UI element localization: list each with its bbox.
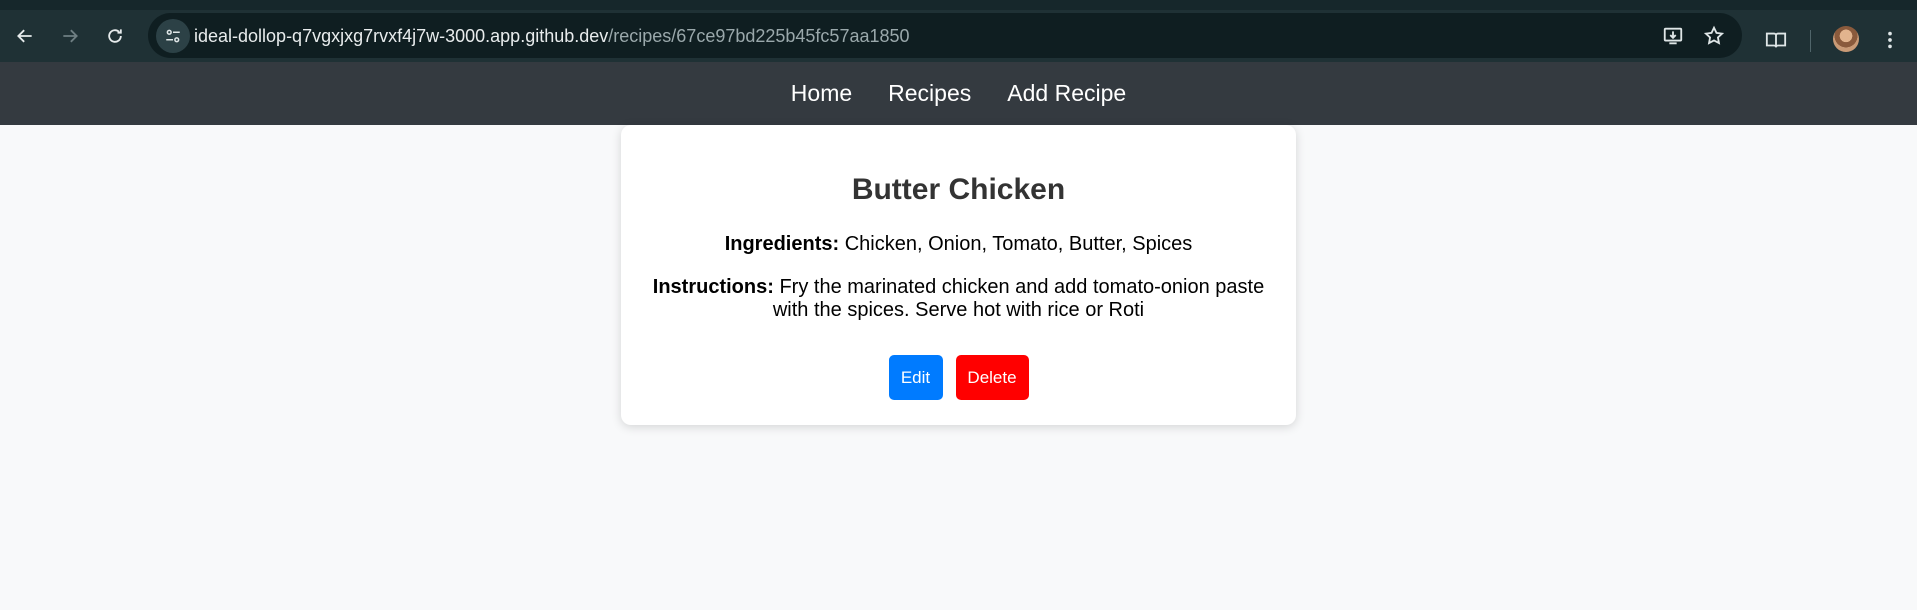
browser-toolbar: ideal-dollop-q7vgxjxg7rvxf4j7w-3000.app.… (0, 0, 1917, 62)
url-text[interactable]: ideal-dollop-q7vgxjxg7rvxf4j7w-3000.app.… (194, 26, 910, 47)
recipe-instructions: Instructions: Fry the marinated chicken … (647, 276, 1270, 322)
back-arrow-icon[interactable] (9, 20, 41, 52)
recipe-actions: Edit Delete (621, 355, 1296, 400)
recipe-title: Butter Chicken (851, 173, 1066, 206)
ingredients-label: Ingredients: (724, 233, 840, 255)
more-menu-icon[interactable] (1878, 28, 1902, 52)
bookmark-star-icon[interactable] (1702, 24, 1726, 48)
site-info-icon[interactable] (156, 19, 190, 53)
edit-button[interactable]: Edit (888, 355, 943, 400)
address-bar[interactable]: ideal-dollop-q7vgxjxg7rvxf4j7w-3000.app.… (148, 13, 1742, 58)
toolbar-divider (1810, 30, 1811, 52)
reading-mode-icon[interactable] (1764, 28, 1788, 52)
instructions-label: Instructions: (652, 276, 774, 298)
forward-arrow-icon[interactable] (54, 20, 86, 52)
url-path: /recipes/67ce97bd225b45fc57aa1850 (608, 26, 910, 46)
nav-link-home[interactable]: Home (791, 80, 852, 107)
delete-button[interactable]: Delete (955, 355, 1029, 400)
url-host: ideal-dollop-q7vgxjxg7rvxf4j7w-3000.app.… (194, 26, 609, 46)
profile-avatar[interactable] (1833, 26, 1859, 52)
recipe-card: Butter Chicken Ingredients: Chicken, Oni… (621, 125, 1296, 425)
instructions-text: Fry the marinated chicken and add tomato… (772, 276, 1265, 321)
nav-link-recipes[interactable]: Recipes (888, 80, 971, 107)
reload-icon[interactable] (99, 20, 131, 52)
ingredients-text: Chicken, Onion, Tomato, Butter, Spices (844, 233, 1193, 255)
site-navbar: Home Recipes Add Recipe (0, 62, 1917, 125)
recipe-ingredients: Ingredients: Chicken, Onion, Tomato, But… (647, 233, 1270, 256)
nav-link-add-recipe[interactable]: Add Recipe (1007, 80, 1126, 107)
install-app-icon[interactable] (1661, 24, 1685, 48)
